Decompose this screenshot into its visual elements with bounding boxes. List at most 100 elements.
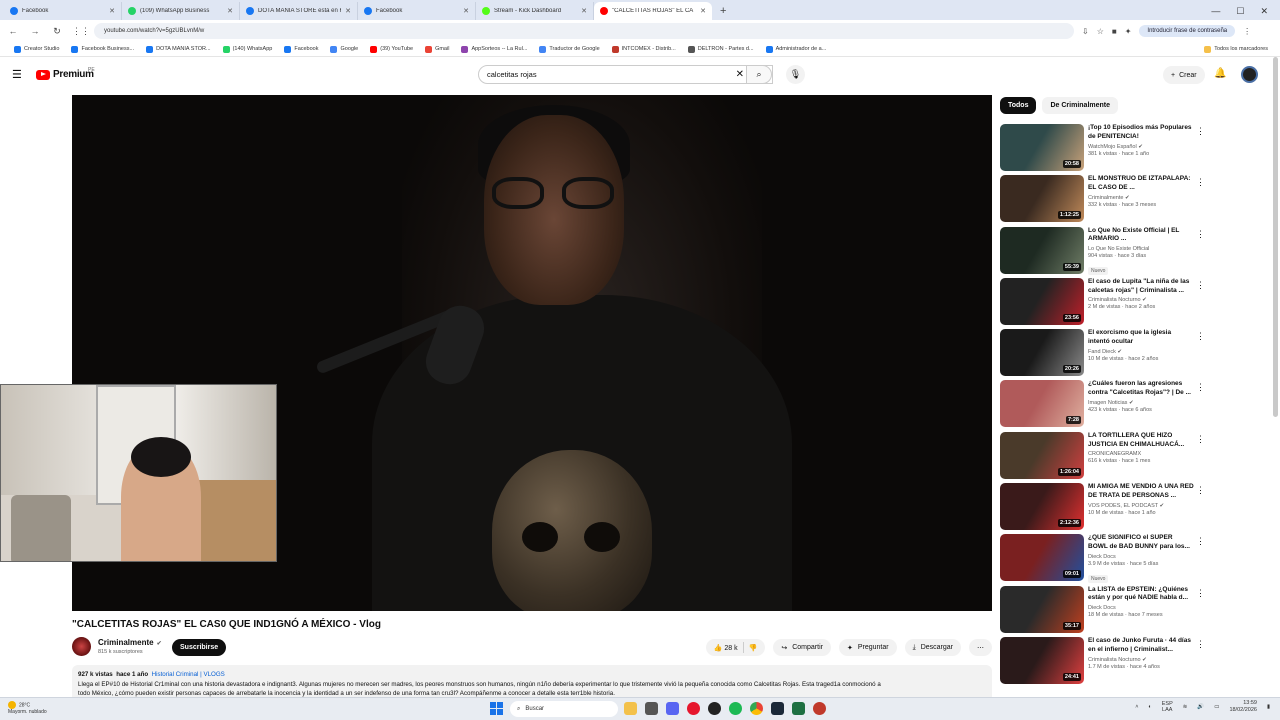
account-avatar[interactable] <box>1241 66 1258 83</box>
channel-name-row[interactable]: Criminalmente ✔ <box>98 638 162 647</box>
more-vertical-icon[interactable]: ⋮ <box>1196 639 1205 650</box>
subscribe-button[interactable]: Suscribirse <box>172 639 227 656</box>
minimize-icon[interactable]: — <box>1211 6 1220 16</box>
recommendation-title[interactable]: ¿Cuáles fueron las agresiones contra "Ca… <box>1088 380 1194 398</box>
recommendation-thumbnail[interactable]: 35:17 <box>1000 585 1084 633</box>
bookmark-item[interactable]: INTCOMEX - Distrib... <box>611 45 676 53</box>
bookmark-item[interactable]: DELTRON - Partes d... <box>687 45 754 53</box>
search-input[interactable]: calcetitas rojas <box>487 70 537 79</box>
all-bookmarks[interactable]: Todos los marcadores <box>1204 45 1280 53</box>
menu-icon[interactable]: ⋮ <box>1243 27 1251 36</box>
description-tags[interactable]: Historial Criminal | VLOGS <box>152 671 225 678</box>
voice-search-icon[interactable]: 🎙 <box>786 65 805 84</box>
recommendation-channel[interactable]: Imagen Noticias ✔ <box>1088 400 1194 406</box>
recommendation-channel[interactable]: Criminalista Nocturno ✔ <box>1088 657 1194 663</box>
recommendation-thumbnail[interactable]: 7:28 <box>1000 380 1084 428</box>
clear-search-icon[interactable]: ✕ <box>736 69 744 80</box>
recommendation-channel[interactable]: Fand Dieck ✔ <box>1088 349 1194 355</box>
search-button[interactable]: ⌕ <box>746 65 772 84</box>
share-button[interactable]: ↪ Compartir <box>773 639 831 656</box>
bookmark-item[interactable]: Administrador de a... <box>765 45 826 53</box>
recommendation-title[interactable]: ¿QUÉ SIGNIFICÓ el SUPER BOWL de BAD BUNN… <box>1088 534 1194 552</box>
recommendation-item[interactable]: 55:39 Lo Que No Existe Official | EL ARMA… <box>1000 226 1205 278</box>
close-window-icon[interactable]: ✕ <box>1260 6 1268 17</box>
recommendation-thumbnail[interactable]: 09:01 <box>1000 534 1084 582</box>
app-icon[interactable] <box>813 702 826 715</box>
bookmark-item[interactable]: Facebook <box>284 45 318 53</box>
task-view-icon[interactable] <box>645 702 658 715</box>
excel-icon[interactable] <box>792 702 805 715</box>
weather-widget[interactable]: 28°C Mayorm. nublado <box>8 701 47 716</box>
recommendation-item[interactable]: 20:58 ¡Top 10 Episodios más Populares de … <box>1000 124 1205 175</box>
recommendation-channel[interactable]: WatchMojo Español ✔ <box>1088 144 1194 150</box>
browser-tab[interactable]: Facebook ✕ <box>4 2 122 20</box>
more-vertical-icon[interactable]: ⋮ <box>1196 280 1205 291</box>
close-tab-icon[interactable]: ✕ <box>700 7 706 15</box>
windows-start-icon[interactable] <box>490 702 503 715</box>
recommendation-title[interactable]: El caso de Junko Furuta · 44 días en el … <box>1088 637 1194 655</box>
recommendation-channel[interactable]: CRONICANEGRAMX <box>1088 451 1194 457</box>
recommendation-title[interactable]: MI AMIGA ME VENDIÓ A UNA RED DE TRATA DE… <box>1088 483 1194 501</box>
recommendation-title[interactable]: El exorcismo que la iglesia intentó ocul… <box>1088 329 1194 347</box>
more-vertical-icon[interactable]: ⋮ <box>1196 126 1205 137</box>
close-tab-icon[interactable]: ✕ <box>463 7 469 15</box>
bookmark-item[interactable]: Facebook Business... <box>71 45 134 53</box>
recommendation-thumbnail[interactable]: 1:26:04 <box>1000 431 1084 479</box>
bookmark-item[interactable]: AppSorteos -- La Rul... <box>461 45 527 53</box>
volume-icon[interactable]: 🔊 <box>1197 704 1204 710</box>
more-vertical-icon[interactable]: ⋮ <box>1196 331 1205 342</box>
more-vertical-icon[interactable]: ⋮ <box>1196 229 1205 240</box>
recommendation-thumbnail[interactable]: 2:12:36 <box>1000 483 1084 531</box>
recommendation-item[interactable]: 1:12:25 EL MONSTRUO DE IZTAPALAPA: EL CAS… <box>1000 175 1205 226</box>
new-tab-button[interactable]: + <box>712 2 734 20</box>
clock[interactable]: 13:59 18/02/2026 <box>1229 700 1257 714</box>
dislike-button[interactable]: 👎 <box>749 644 758 652</box>
maximize-icon[interactable]: ☐ <box>1236 6 1244 17</box>
bookmark-item[interactable]: Creator Studio <box>14 45 59 53</box>
more-vertical-icon[interactable]: ⋮ <box>1196 382 1205 393</box>
ask-button[interactable]: ✦ Preguntar <box>838 639 897 656</box>
browser-tab[interactable]: Stream - Kick Dashboard ✕ <box>476 2 594 20</box>
password-prompt[interactable]: Introducir frase de contraseña <box>1139 25 1236 37</box>
browser-tab[interactable]: Facebook ✕ <box>358 2 476 20</box>
browser-tab[interactable]: "CALCETITAS ROJAS" EL CA ✕ <box>594 2 712 20</box>
recommendation-channel[interactable]: Lo Que No Existe Official <box>1088 246 1194 252</box>
recommendation-title[interactable]: Lo Que No Existe Official | EL ARMARIO .… <box>1088 227 1194 245</box>
recommendation-channel[interactable]: VOS PODÉS, EL PODCAST ✔ <box>1088 503 1194 509</box>
more-vertical-icon[interactable]: ⋮ <box>1196 485 1205 496</box>
channel-name[interactable]: Criminalmente <box>98 638 154 647</box>
extension-icon[interactable]: ■ <box>1112 27 1117 36</box>
recommendation-thumbnail[interactable]: 24:41 <box>1000 636 1084 684</box>
wifi-icon[interactable]: ≋ <box>1183 704 1188 710</box>
recommendation-item[interactable]: 1:26:04 LA TORTILLERA QUE HIZO JUSTICIA E… <box>1000 431 1205 483</box>
bookmark-item[interactable]: Google <box>330 45 358 53</box>
page-scrollbar[interactable] <box>1273 57 1278 417</box>
youtube-logo[interactable]: Premium PE <box>36 67 95 80</box>
tray-app-icon[interactable]: ◐ <box>1148 704 1151 710</box>
like-button[interactable]: 👍 28 k <box>714 644 738 652</box>
recommendation-thumbnail[interactable]: 55:39 <box>1000 226 1084 274</box>
reload-icon[interactable]: ↻ <box>50 26 64 37</box>
recommendation-item[interactable]: 20:26 El exorcismo que la iglesia intentó… <box>1000 329 1205 380</box>
chip-all[interactable]: Todos <box>1000 97 1037 114</box>
search-box[interactable]: calcetitas rojas ✕ ⌕ <box>478 65 773 84</box>
recommendation-channel[interactable]: Dieck Docs <box>1088 605 1194 611</box>
chip-channel[interactable]: De Criminalmente <box>1042 97 1119 114</box>
close-tab-icon[interactable]: ✕ <box>109 7 115 15</box>
install-icon[interactable]: ⇩ <box>1082 27 1089 36</box>
bookmark-item[interactable]: DOTA MANIA STOR... <box>146 45 211 53</box>
taskbar-search[interactable]: ⌕ Buscar <box>510 701 618 717</box>
recommendation-title[interactable]: ¡Top 10 Episodios más Populares de PENIT… <box>1088 124 1194 142</box>
recommendation-title[interactable]: El caso de Lupita "La niña de las calcet… <box>1088 278 1194 296</box>
recommendation-thumbnail[interactable]: 23:56 <box>1000 277 1084 325</box>
channel-avatar[interactable] <box>72 637 91 656</box>
chrome-icon[interactable] <box>750 702 763 715</box>
file-explorer-icon[interactable] <box>624 702 637 715</box>
download-button[interactable]: ⤓ Descargar <box>904 639 961 656</box>
recommendation-item[interactable]: 24:41 El caso de Junko Furuta · 44 días e… <box>1000 636 1205 688</box>
close-tab-icon[interactable]: ✕ <box>581 7 587 15</box>
recommendation-item[interactable]: 35:17 La LISTA de EPSTEIN: ¿Quiénes están… <box>1000 585 1205 637</box>
back-icon[interactable]: ← <box>6 26 20 36</box>
recommendation-title[interactable]: EL MONSTRUO DE IZTAPALAPA: EL CASO DE ..… <box>1088 175 1194 193</box>
close-tab-icon[interactable]: ✕ <box>227 7 233 15</box>
